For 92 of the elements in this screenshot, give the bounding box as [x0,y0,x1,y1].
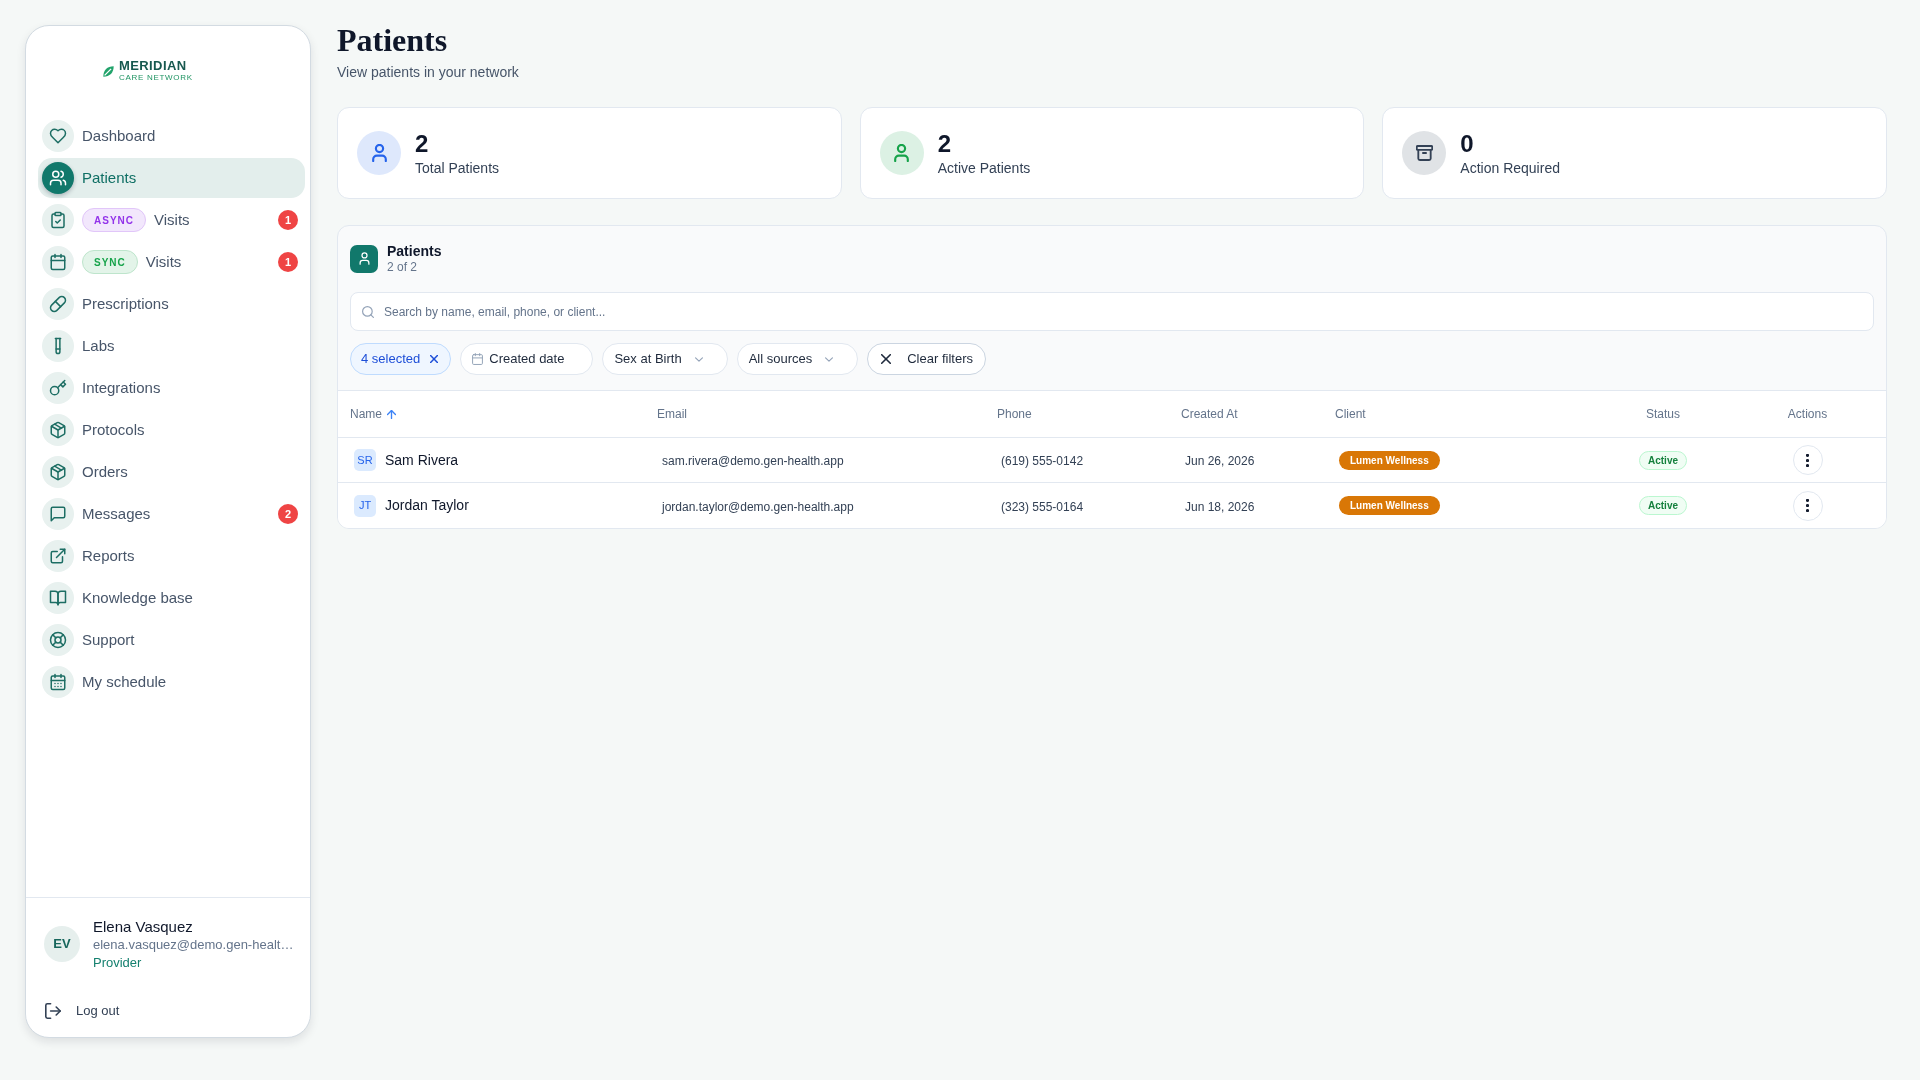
close-icon [881,354,892,364]
chevron-down-icon [694,356,703,362]
visit-type-tag: SYNC [82,250,138,274]
visit-type-tag: ASYNC [82,208,146,232]
life-buoy-icon [42,624,74,656]
nav-item[interactable]: Patients [38,158,305,198]
test-tube-icon [42,330,74,362]
stat-label: Active Patients [937,158,1031,177]
pill-icon [42,288,74,320]
nav-item[interactable]: SYNC Visits 1 [38,242,305,282]
date-filter[interactable]: Created date [460,343,594,375]
logo-wordmark: MERIDIAN [119,59,187,73]
table-cell: (323) 555-0164 [1001,499,1084,514]
row-actions-button[interactable] [1792,490,1823,521]
column-header: Phone [997,406,1032,423]
column-header: Created At [1181,406,1238,423]
logout-icon [45,1003,61,1019]
more-icon [1806,453,1809,467]
more-icon [1806,499,1809,512]
row-actions-button[interactable] [1792,445,1823,475]
table-cell: jordan.taylor@demo.gen-health.app [662,499,854,514]
box-icon [42,456,74,488]
user-avatar: EV [44,926,80,962]
unread-count: 1 [278,252,298,272]
nav-item[interactable]: My schedule [38,662,305,702]
calendar-icon [472,353,484,365]
clipboard-check-icon [42,204,74,236]
selection-filter[interactable]: 4 selected [350,343,452,375]
clear-filters-button[interactable]: Clear filters [867,343,986,375]
patient-name: Sam Rivera [385,450,459,470]
nav-item[interactable]: Protocols [38,410,305,450]
calendar-icon [42,246,74,278]
chevron-down-icon [825,356,834,362]
patient-name: Jordan Taylor [385,496,469,515]
logo-tagline: CARE NETWORK [119,73,193,83]
nav-item[interactable]: Knowledge base [38,578,305,618]
people-icon [42,162,74,194]
stat-value: 2 [937,129,953,158]
search-field[interactable]: Search by name, email, phone, or client... [350,292,1874,331]
table-cell: (619) 555-0142 [1001,454,1084,468]
stat-label: Action Required [1460,158,1560,177]
leaf-logo-icon [102,64,115,78]
status-tag: Active [1639,450,1687,470]
nav-item[interactable]: Reports [38,536,305,576]
table-cell: sam.rivera@demo.gen-health.app [662,454,844,468]
nav-item[interactable]: ASYNC Visits 1 [38,200,305,240]
nav-item[interactable]: Messages 2 [38,494,305,534]
nav-item[interactable]: Support [38,620,305,660]
column-header: Actions [1787,406,1828,423]
page-title: Patients [337,22,449,58]
speech-bubble-icon [42,498,74,530]
logout-link[interactable]: Log out [40,1000,296,1022]
client-tag: Lumen Wellness [1339,450,1440,470]
user-role: Provider [93,954,143,971]
calendar-icon [42,666,74,698]
nav-item[interactable]: Dashboard [38,116,305,156]
external-link-icon [42,540,74,572]
stat-label: Total Patients [415,158,500,177]
archive-icon [1402,131,1447,175]
column-header: Status [1646,406,1680,423]
panel-title: Patients [387,242,442,260]
open-book-icon [42,582,74,614]
unread-count: 1 [278,210,298,230]
nav-item[interactable]: Labs [38,326,305,366]
column-header: Client [1335,406,1366,423]
person-icon [357,131,401,175]
client-tag: Lumen Wellness [1339,496,1440,515]
table-cell: Jun 18, 2026 [1185,499,1255,514]
table-cell: Jun 26, 2026 [1185,454,1255,468]
page-subtitle: View patients in your network [337,63,520,82]
user-email: elena.vasquez@demo.gen-healt… [93,936,294,954]
result-count: 2 of 2 [387,260,419,275]
dropdown-filter[interactable]: All sources [736,343,859,375]
unread-count: 2 [278,504,298,524]
column-header: Email [657,406,687,423]
stat-value: 2 [415,129,430,158]
nav-item[interactable]: Prescriptions [38,284,305,324]
nav-item[interactable]: Integrations [38,368,305,408]
person-icon [350,244,378,273]
dropdown-filter[interactable]: Sex at Birth [602,343,728,375]
status-tag: Active [1639,496,1687,515]
close-icon [430,355,439,363]
stat-value: 0 [1460,129,1475,158]
initials-avatar: JT [354,494,376,517]
person-icon [879,131,924,175]
user-name: Elena Vasquez [93,917,194,936]
column-header: Name [350,406,382,423]
key-icon [42,372,74,404]
initials-avatar: SR [354,449,376,471]
nav-item[interactable]: Orders [38,452,305,492]
box-icon [42,414,74,446]
search-icon [362,306,374,318]
